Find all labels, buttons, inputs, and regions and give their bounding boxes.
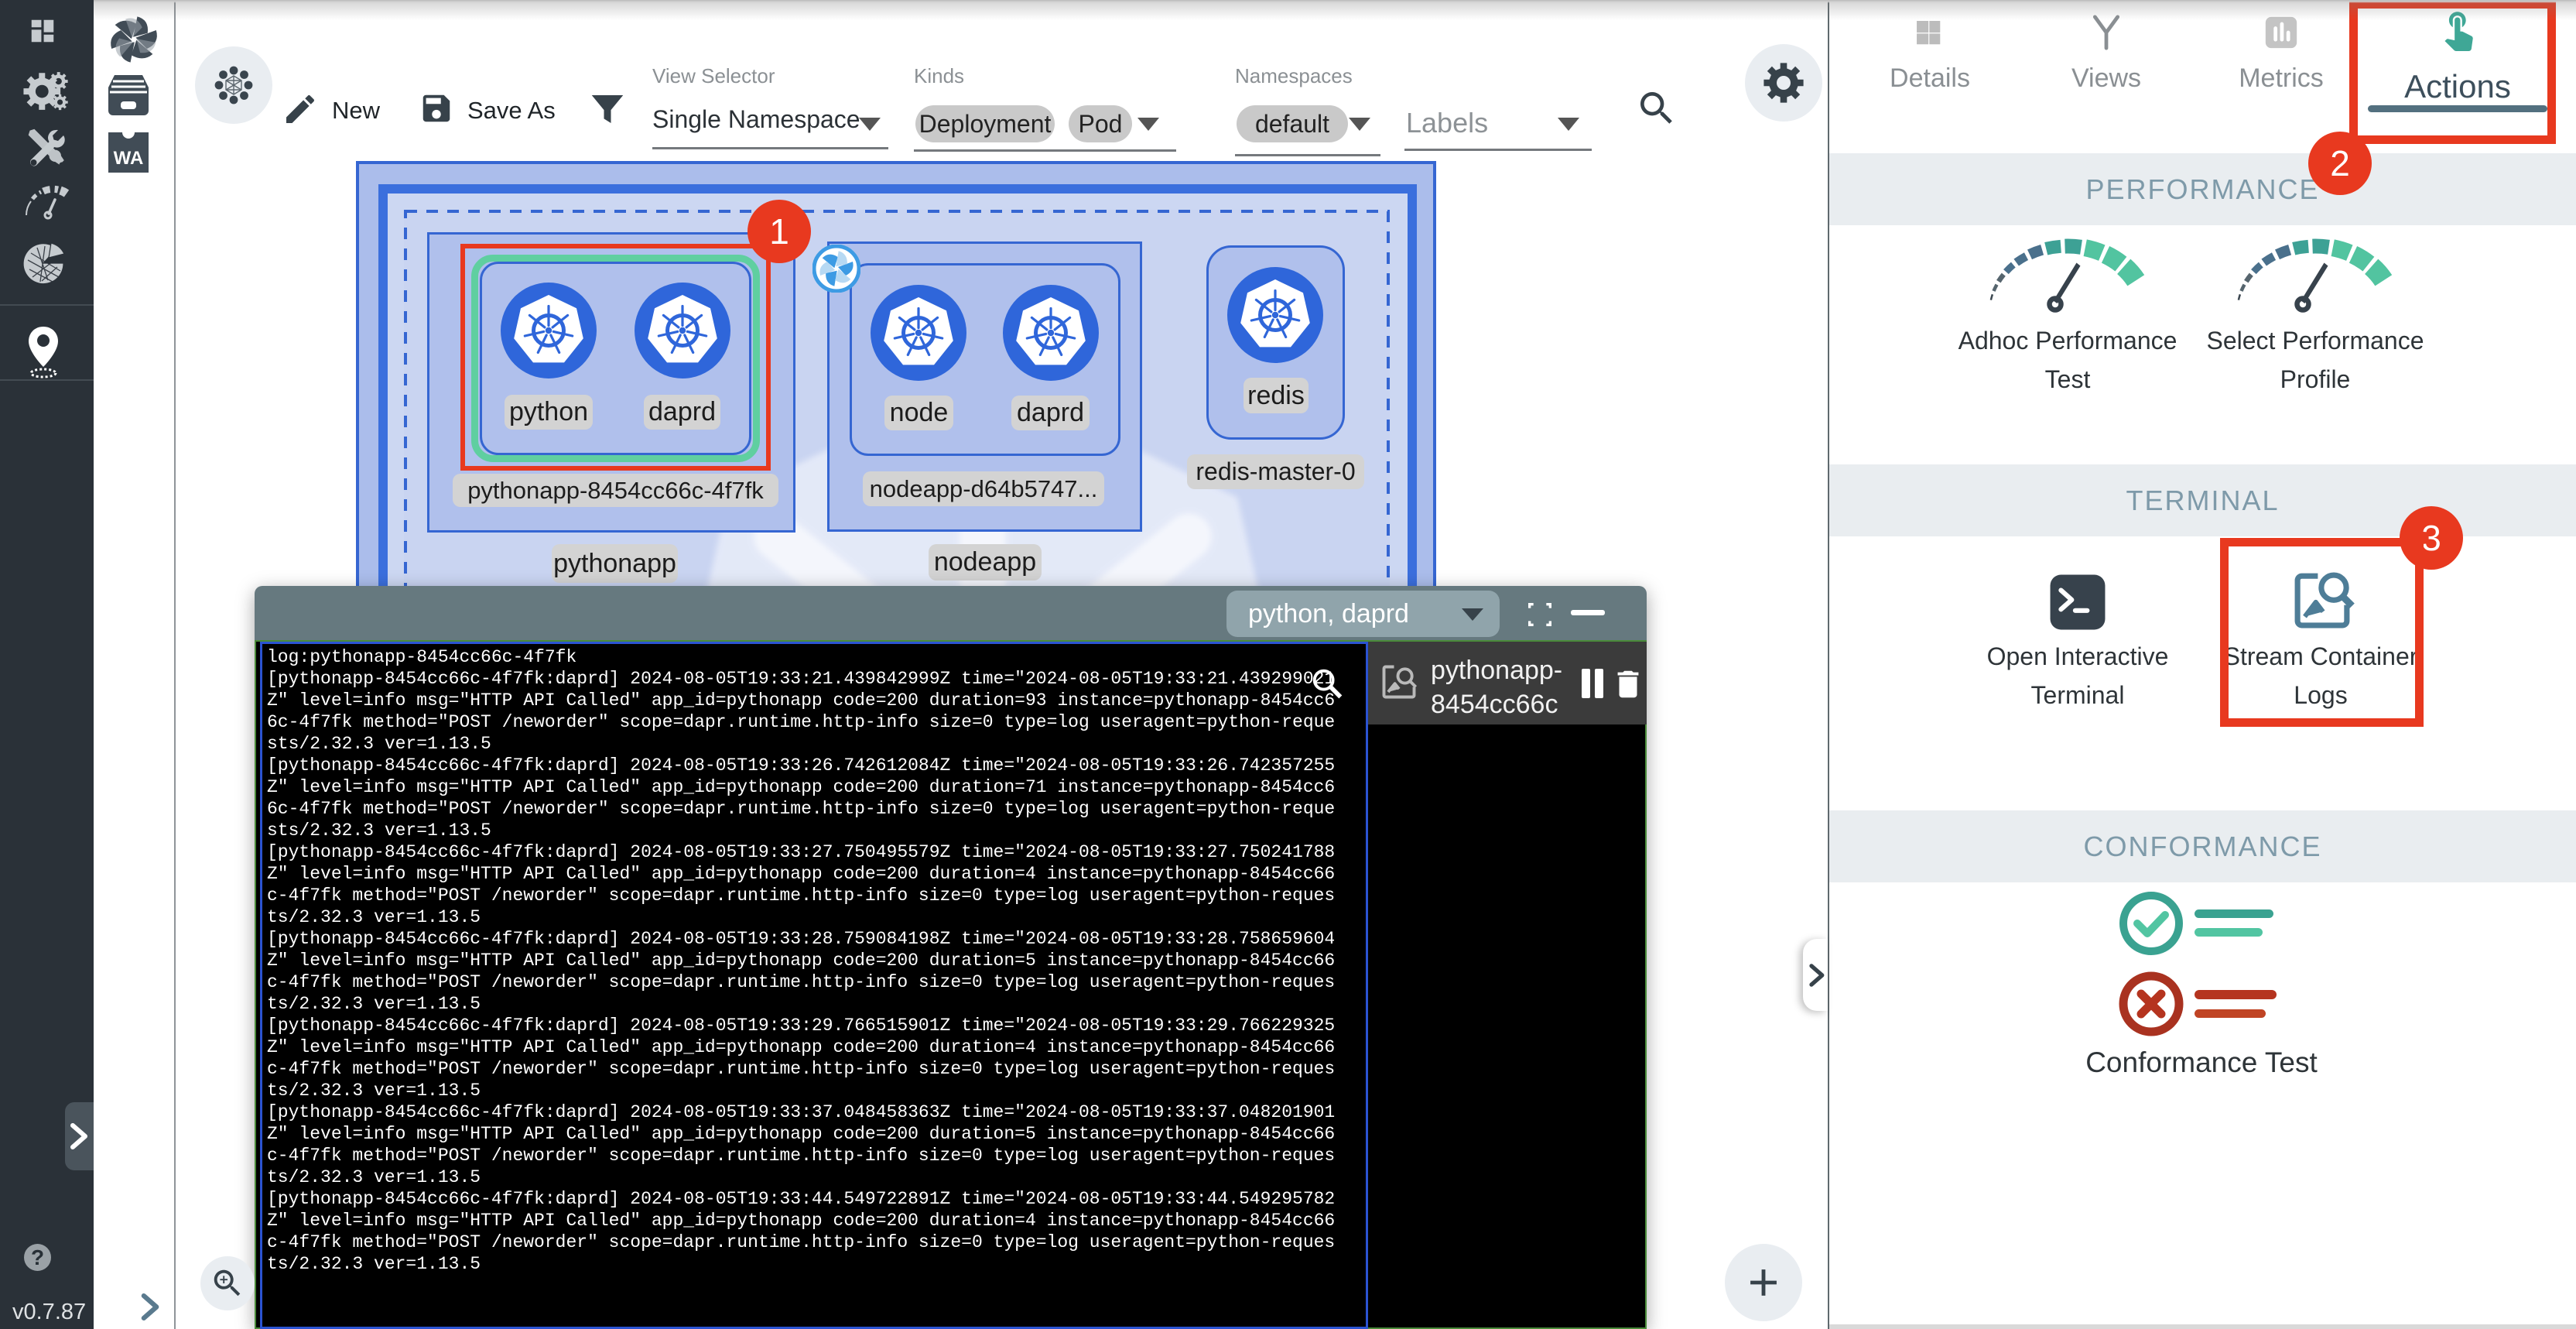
svg-text:WA: WA bbox=[114, 148, 144, 169]
